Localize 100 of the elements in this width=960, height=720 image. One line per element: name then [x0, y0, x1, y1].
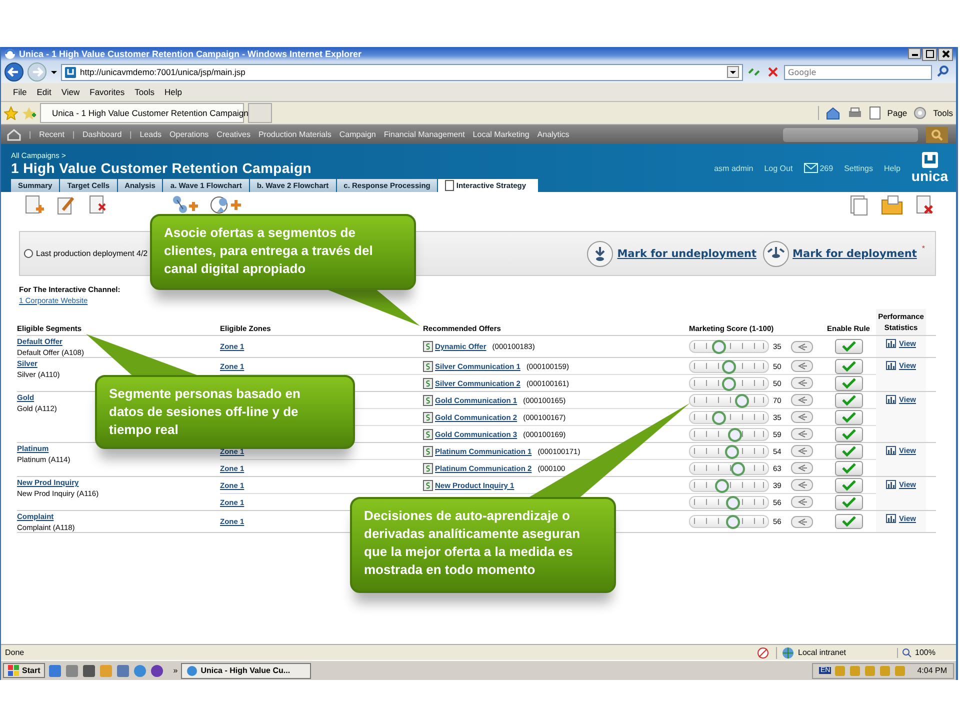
people-add-icon[interactable]	[209, 194, 243, 216]
clock: 4:04 PM	[917, 666, 947, 675]
menu-item[interactable]: Favorites	[90, 87, 125, 97]
close-button[interactable]	[938, 48, 953, 60]
score-slider[interactable]	[689, 515, 769, 528]
overflow-button[interactable]: »	[173, 666, 178, 675]
score-slider[interactable]	[689, 478, 769, 492]
offer-icon	[423, 341, 433, 352]
score-slider[interactable]	[689, 444, 769, 458]
checkmark-icon	[842, 462, 856, 474]
offer-icon	[423, 462, 433, 474]
address-field[interactable]: http://unicavmdemo:7001/unica/jsp/main.jsp	[61, 64, 743, 80]
menu-item[interactable]: Help	[164, 87, 182, 97]
menu-item[interactable]: Edit	[36, 87, 52, 97]
enable-checkbox[interactable]	[834, 460, 862, 476]
score-slider[interactable]	[689, 376, 769, 390]
minimize-button[interactable]	[908, 48, 921, 58]
offer-icon	[423, 412, 433, 422]
score-slider[interactable]	[689, 394, 769, 406]
search-field[interactable]: Google	[784, 64, 932, 80]
enable-checkbox[interactable]	[834, 392, 862, 408]
undeploy-link[interactable]: Mark for undeployment	[617, 248, 757, 260]
maximize-icon	[924, 49, 934, 59]
chart-icon[interactable]	[886, 446, 896, 455]
enable-checkbox[interactable]	[834, 444, 862, 458]
score-slider[interactable]	[689, 462, 769, 474]
checkmark-icon	[842, 496, 856, 508]
logout-link[interactable]: Log Out	[764, 164, 793, 172]
chart-icon[interactable]	[886, 339, 896, 348]
start-button[interactable]: Start	[3, 663, 46, 678]
enable-checkbox[interactable]	[834, 494, 862, 510]
folder-icon[interactable]	[880, 194, 904, 216]
menu-item[interactable]: File	[13, 87, 27, 97]
deploy-link[interactable]: Mark for deployment	[792, 248, 917, 260]
undeploy-icon[interactable]	[586, 240, 614, 268]
dropdown-icon[interactable]	[727, 66, 739, 78]
offer-icon	[423, 480, 433, 490]
copy-icon[interactable]	[848, 194, 870, 216]
checkmark-icon	[842, 360, 856, 372]
checkmark-icon	[842, 394, 856, 406]
enable-checkbox[interactable]	[834, 339, 862, 354]
enable-checkbox[interactable]	[834, 358, 862, 374]
star-icon[interactable]	[4, 106, 18, 120]
chart-icon[interactable]	[886, 361, 896, 370]
nav-separator: |	[72, 130, 75, 139]
message-count[interactable]: 269	[820, 164, 834, 172]
page-icon[interactable]	[869, 106, 882, 120]
nav-item[interactable]: Campaign	[339, 130, 376, 139]
nav-separator: |	[29, 130, 32, 139]
nav-item[interactable]: Recent	[39, 130, 64, 139]
printer-icon[interactable]	[847, 106, 864, 120]
add-favorite-icon[interactable]	[22, 106, 36, 120]
offer-icon	[423, 378, 433, 388]
required-mark: *	[922, 244, 925, 253]
enable-checkbox[interactable]	[834, 478, 862, 492]
enable-checkbox[interactable]	[834, 514, 862, 529]
tools-menu[interactable]: Tools	[933, 108, 953, 118]
chart-icon[interactable]	[886, 395, 896, 404]
mail-icon[interactable]	[804, 163, 818, 173]
callout-bubble: Segmente personas basado en datos de sesiones off-line y de tiempo real	[95, 375, 355, 449]
enable-checkbox[interactable]	[834, 410, 862, 424]
chart-icon[interactable]	[886, 480, 896, 489]
nav-item[interactable]: Operations	[170, 130, 209, 139]
score-slider[interactable]	[689, 428, 769, 440]
menu-item[interactable]: Tools	[134, 87, 154, 97]
nav-item[interactable]: Creatives	[216, 130, 250, 139]
enable-checkbox[interactable]	[834, 376, 862, 390]
settings-link[interactable]: Settings	[844, 164, 873, 172]
logo-text: unica	[911, 168, 948, 184]
delete-page-icon[interactable]	[914, 194, 936, 216]
search-icon[interactable]	[926, 126, 948, 142]
home-icon[interactable]	[825, 106, 842, 120]
back-button[interactable]	[4, 62, 24, 82]
page-menu[interactable]: Page	[887, 108, 908, 118]
nav-item[interactable]: Local Marketing	[472, 130, 530, 139]
nav-item[interactable]: Dashboard	[82, 130, 122, 139]
pencil-icon[interactable]	[55, 194, 77, 216]
menu-item[interactable]: View	[61, 87, 80, 97]
maximize-button[interactable]	[922, 48, 937, 60]
checkmark-icon	[842, 341, 856, 352]
nav-item[interactable]: Production Materials	[258, 130, 332, 139]
minimize-icon	[912, 54, 918, 56]
deploy-icon[interactable]	[762, 240, 790, 268]
site-icon	[65, 66, 76, 78]
score-slider[interactable]	[689, 410, 769, 424]
nav-item[interactable]: Leads	[140, 130, 162, 139]
score-slider[interactable]	[689, 340, 769, 353]
help-link[interactable]: Help	[884, 164, 900, 172]
taskbar-button[interactable]: Unica - High Value Cu...	[180, 662, 311, 678]
score-slider[interactable]	[689, 496, 769, 508]
add-page-icon[interactable]	[23, 194, 45, 216]
nav-search-field[interactable]	[783, 128, 918, 142]
nav-item[interactable]: Financial Management	[384, 130, 465, 139]
score-slider[interactable]	[689, 360, 769, 372]
dropdown-icon[interactable]	[50, 68, 58, 76]
zoom-control[interactable]: 100%	[897, 648, 952, 658]
enable-checkbox[interactable]	[834, 426, 862, 442]
chart-icon[interactable]	[886, 514, 896, 523]
nav-item[interactable]: Analytics	[537, 130, 570, 139]
status-radio[interactable]: Last production deployment 4/2	[24, 249, 148, 258]
